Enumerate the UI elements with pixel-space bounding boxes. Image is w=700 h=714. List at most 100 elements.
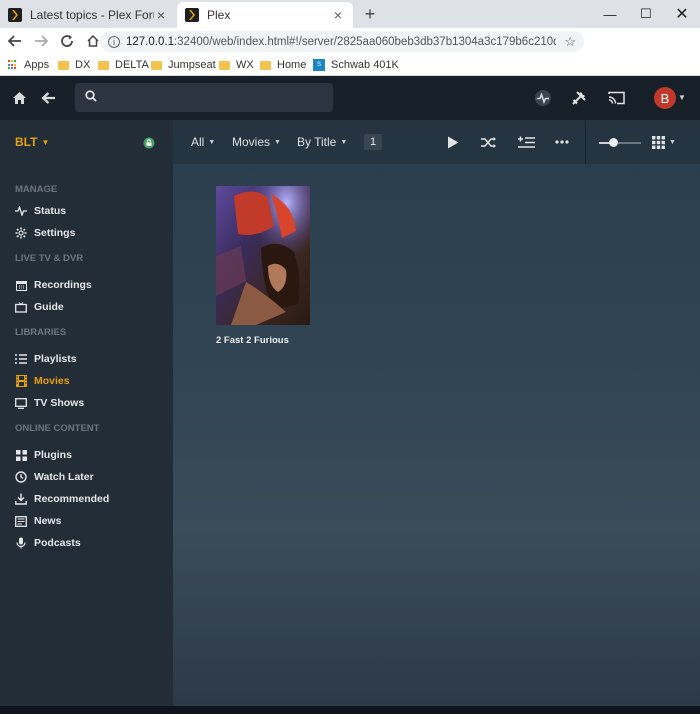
sidebar-item-guide[interactable]: Guide xyxy=(0,296,173,318)
info-icon[interactable]: i xyxy=(108,35,120,48)
movie-poster[interactable] xyxy=(216,186,310,325)
window-close-icon[interactable]: ✕ xyxy=(664,0,700,28)
bookmark-jumpseat[interactable]: Jumpseat xyxy=(151,57,216,73)
bookmark-star-icon[interactable]: ☆ xyxy=(564,34,576,50)
movie-title[interactable]: 2 Fast 2 Furious xyxy=(216,335,289,346)
schwab-icon: S xyxy=(313,59,325,71)
chevron-down-icon[interactable]: ▼ xyxy=(669,139,676,146)
poster-size-slider-knob[interactable] xyxy=(609,138,619,147)
forward-arrow-icon[interactable] xyxy=(30,30,52,52)
reload-icon[interactable] xyxy=(56,30,78,52)
close-icon[interactable]: × xyxy=(331,7,345,23)
section-heading-manage: MANAGE xyxy=(15,183,58,195)
sidebar-item-label: Watch Later xyxy=(34,471,94,483)
sidebar-item-news[interactable]: News xyxy=(0,510,173,532)
sidebar-item-label: TV Shows xyxy=(34,397,85,409)
bookmark-dx[interactable]: DX xyxy=(58,57,90,73)
chevron-down-icon: ▼ xyxy=(340,138,348,146)
sidebar-item-watch-later[interactable]: Watch Later xyxy=(0,466,173,488)
cast-icon[interactable] xyxy=(606,88,626,108)
sidebar-item-settings[interactable]: Settings xyxy=(0,222,173,244)
bookmark-label: Jumpseat xyxy=(168,59,216,71)
monitor-icon xyxy=(15,397,27,409)
type-dropdown[interactable]: Movies ▼ xyxy=(232,135,281,149)
bookmark-wx[interactable]: WX xyxy=(219,57,254,73)
plex-favicon-icon xyxy=(185,8,199,22)
search-box[interactable] xyxy=(75,83,333,112)
filter-label: All xyxy=(191,135,205,149)
play-icon[interactable] xyxy=(444,133,462,151)
sidebar-item-podcasts[interactable]: Podcasts xyxy=(0,532,173,554)
url-path: :32400/web/index.html#!/server/2825aa060… xyxy=(173,35,557,48)
sidebar-item-status[interactable]: Status xyxy=(0,200,173,222)
settings-tools-icon[interactable] xyxy=(569,88,589,108)
more-options-icon[interactable] xyxy=(553,133,571,151)
plex-favicon-icon xyxy=(8,8,22,22)
server-name: BLT xyxy=(15,135,38,149)
sidebar-item-movies[interactable]: Movies xyxy=(0,370,173,392)
close-icon[interactable]: × xyxy=(154,7,168,23)
url-host: 127.0.0.1 xyxy=(126,35,174,48)
sidebar-item-recordings[interactable]: Recordings xyxy=(0,274,173,296)
bookmark-label: Home xyxy=(277,59,307,71)
sidebar-item-tv-shows[interactable]: TV Shows xyxy=(0,392,173,414)
bookmarks-bar: Apps DX DELTA Jumpseat WX Home S Schwab … xyxy=(0,54,700,76)
sidebar-item-plugins[interactable]: Plugins xyxy=(0,444,173,466)
toolbar-divider xyxy=(585,120,586,164)
sidebar-item-label: Plugins xyxy=(34,449,72,461)
back-arrow-icon[interactable] xyxy=(4,30,26,52)
calendar-icon xyxy=(15,279,27,291)
search-input[interactable] xyxy=(105,90,325,105)
bookmark-schwab[interactable]: S Schwab 401K xyxy=(313,57,399,73)
back-arrow-icon[interactable] xyxy=(38,88,58,108)
minimize-icon[interactable]: — xyxy=(592,0,628,28)
sidebar-item-recommended[interactable]: Recommended xyxy=(0,488,173,510)
server-selector[interactable]: BLT ▼ xyxy=(0,120,173,164)
type-label: Movies xyxy=(232,135,271,149)
sort-dropdown[interactable]: By Title ▼ xyxy=(297,135,347,149)
gear-icon xyxy=(15,227,27,239)
sidebar-item-label: Podcasts xyxy=(34,537,81,549)
sidebar-item-label: Playlists xyxy=(34,353,77,365)
chevron-down-icon: ▼ xyxy=(274,138,281,146)
download-tray-icon xyxy=(15,493,27,505)
bookmark-delta[interactable]: DELTA xyxy=(98,57,149,73)
address-bar[interactable]: i 127.0.0.1:32400/web/index.html#!/serve… xyxy=(100,31,584,52)
tab-plex[interactable]: Plex × xyxy=(177,2,353,28)
bookmark-apps[interactable]: Apps xyxy=(8,57,49,73)
bookmark-label: Apps xyxy=(24,59,50,71)
tab-title: Plex xyxy=(207,8,231,22)
chevron-down-icon[interactable]: ▼ xyxy=(678,93,686,102)
taskbar-edge xyxy=(0,706,700,714)
folder-icon xyxy=(98,60,109,70)
tab-plex-forum[interactable]: Latest topics - Plex Forum × xyxy=(0,2,176,28)
grid-view-icon[interactable] xyxy=(649,133,667,151)
maximize-icon[interactable]: ☐ xyxy=(628,0,664,28)
sidebar-item-label: Guide xyxy=(34,301,64,313)
sidebar: BLT ▼ MANAGE Status Settings LIVE TV & D… xyxy=(0,120,173,706)
library-toolbar: All ▼ Movies ▼ By Title ▼ 1 ▼ xyxy=(173,120,700,164)
bookmark-home[interactable]: Home xyxy=(260,57,306,73)
newspaper-icon xyxy=(15,515,27,527)
activity-icon[interactable] xyxy=(533,88,553,108)
new-tab-button[interactable]: + xyxy=(360,4,380,25)
microphone-icon xyxy=(15,537,27,549)
user-avatar[interactable]: B xyxy=(654,87,676,109)
browser-tab-strip: Latest topics - Plex Forum × Plex × + — … xyxy=(0,0,700,28)
lock-icon xyxy=(143,136,155,149)
home-icon[interactable] xyxy=(9,88,29,108)
tv-icon xyxy=(15,301,27,313)
bookmark-label: WX xyxy=(236,59,254,71)
chevron-down-icon: ▼ xyxy=(208,138,216,146)
add-to-playlist-icon[interactable] xyxy=(517,133,535,151)
shuffle-icon[interactable] xyxy=(480,133,498,151)
sidebar-item-playlists[interactable]: Playlists xyxy=(0,348,173,370)
sidebar-item-label: Settings xyxy=(34,227,76,239)
sidebar-item-label: Recordings xyxy=(34,279,92,291)
chevron-down-icon: ▼ xyxy=(41,137,50,147)
bookmark-label: DELTA xyxy=(115,59,149,71)
plex-top-bar: B ▼ xyxy=(0,76,700,120)
folder-icon xyxy=(58,60,69,70)
apps-grid-icon xyxy=(8,60,18,70)
filter-all-dropdown[interactable]: All ▼ xyxy=(191,135,215,149)
